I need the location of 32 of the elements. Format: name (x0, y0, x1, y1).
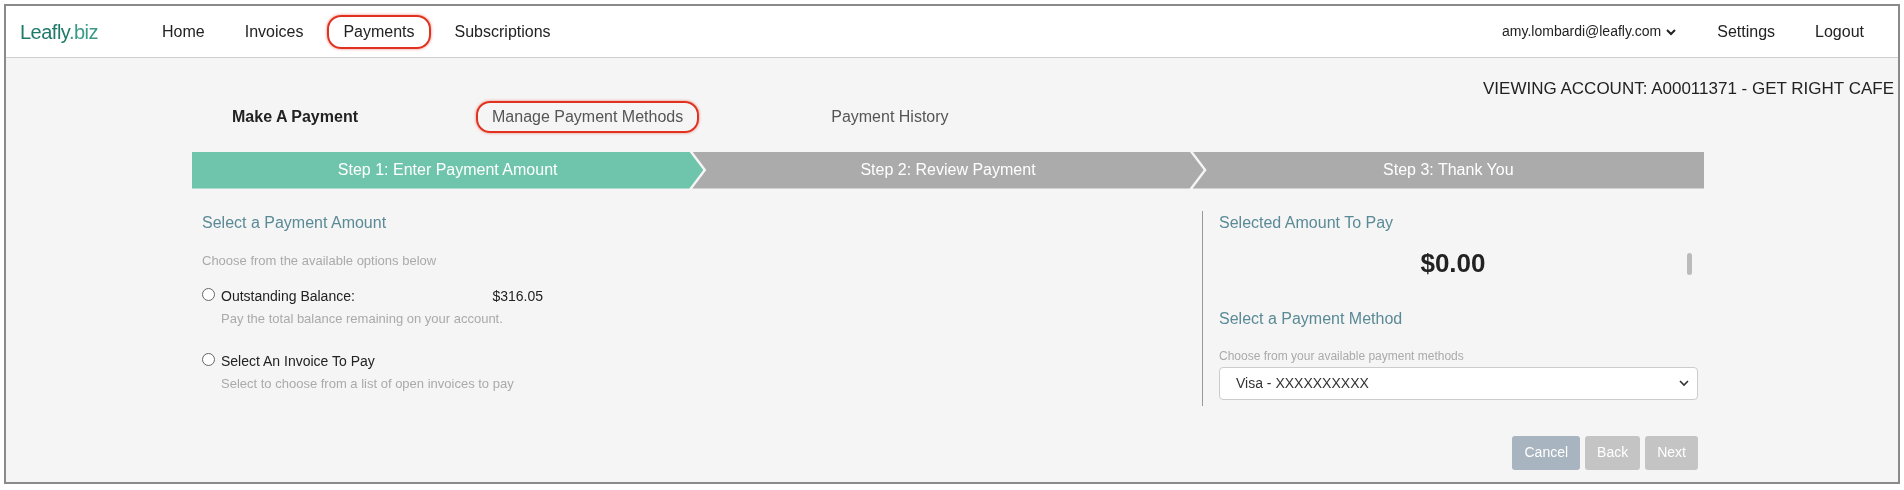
option-label: Outstanding Balance: (221, 287, 355, 306)
nav-link[interactable]: Payments (327, 14, 431, 49)
section-title: Select a Payment Amount (202, 212, 388, 233)
selected-amount: $0.00 (1419, 247, 1487, 280)
chevron-down-icon (1665, 26, 1678, 37)
section-title: Select a Payment Method (1219, 308, 1404, 329)
option-amount: $316.05 (492, 287, 543, 306)
option-description: Select to choose from a list of open invoices to pay (221, 374, 515, 393)
field-label: Choose from your available payment methods (1219, 347, 1465, 365)
radio-button[interactable] (202, 288, 215, 301)
nav-link[interactable]: Invoices (228, 14, 320, 49)
account-label: VIEWING ACCOUNT: A00011371 - GET RIGHT CAFE (1483, 78, 1894, 100)
radio-button[interactable] (202, 352, 215, 366)
section-hint: Choose from the available options below (202, 251, 438, 270)
header-link[interactable]: Logout (1815, 19, 1864, 44)
page-tab[interactable]: Manage Payment Methods (476, 100, 700, 133)
nav-link[interactable]: Home (146, 14, 221, 49)
option-description: Pay the total balance remaining on your account. (221, 310, 504, 328)
scroll-thumb[interactable] (1687, 252, 1692, 275)
page-tab[interactable]: Make A Payment (216, 100, 476, 133)
payment-method-select[interactable]: Visa - XXXXXXXXXX (1219, 366, 1698, 400)
section-title: Selected Amount To Pay (1219, 212, 1395, 233)
nav-link[interactable]: Subscriptions (438, 14, 567, 49)
logo[interactable]: Leafly.biz (20, 16, 146, 47)
wizard-step: Step 2: Review Payment (692, 151, 1204, 189)
page-tab[interactable]: Payment History (815, 100, 965, 133)
user-menu[interactable]: amy.lombardi@leafly.com (1502, 21, 1678, 42)
option-label: Select An Invoice To Pay (221, 351, 375, 371)
wizard-step: Step 3: Thank You (1192, 151, 1704, 189)
chevron-down-icon (1679, 379, 1689, 387)
header-link[interactable]: Settings (1717, 19, 1776, 44)
wizard-step: Step 1: Enter Payment Amount (192, 151, 704, 189)
